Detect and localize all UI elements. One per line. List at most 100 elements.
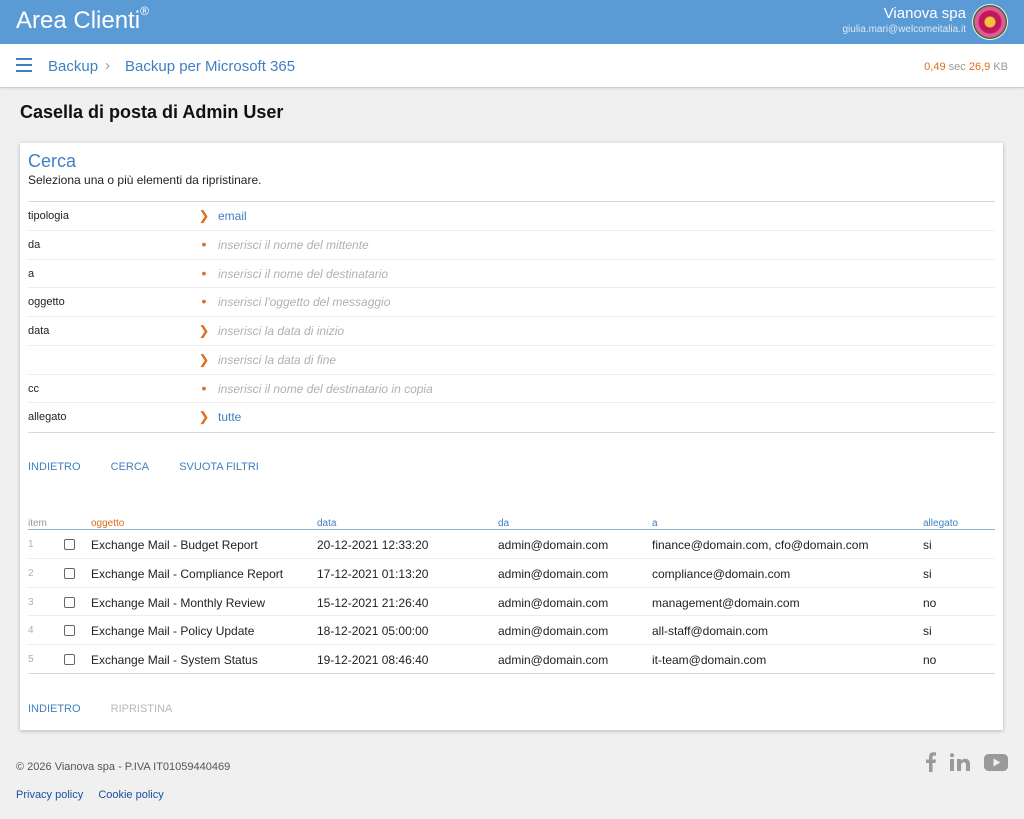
facebook-icon[interactable]	[926, 752, 936, 777]
cc-input[interactable]: inserisci il nome del destinatario in co…	[218, 382, 433, 396]
search-actions: INDIETRO CERCA SVUOTA FILTRI	[28, 461, 286, 473]
cell-data: 15-12-2021 21:26:40	[317, 595, 429, 610]
filter-row-oggetto: oggetto • inserisci l'oggetto del messag…	[28, 288, 995, 317]
row-checkbox[interactable]	[64, 654, 75, 665]
filter-label: allegato	[28, 411, 67, 424]
sender-input[interactable]: inserisci il nome del mittente	[218, 238, 369, 252]
cell-a: all-staff@domain.com	[652, 624, 769, 639]
youtube-icon[interactable]	[984, 753, 1008, 776]
filter-label: tipologia	[28, 210, 69, 222]
footer-links: Privacy policy Cookie policy	[16, 789, 176, 801]
cookie-policy-link[interactable]: Cookie policy	[98, 789, 163, 801]
chevron-right-icon[interactable]: ❯	[198, 409, 210, 425]
bullet-icon: •	[201, 235, 207, 252]
linkedin-icon[interactable]	[949, 753, 970, 776]
brand-text: Area Clienti	[16, 7, 141, 34]
user-email: giulia.mari@welcomeitalia.it	[842, 24, 966, 35]
back-button[interactable]: INDIETRO	[28, 461, 81, 473]
tipologia-select[interactable]: email	[218, 209, 247, 223]
cell-da: admin@domain.com	[498, 595, 609, 610]
restore-button[interactable]: RIPRISTINA	[111, 703, 173, 715]
attachment-select[interactable]: tutte	[218, 410, 241, 424]
bullet-icon: •	[201, 264, 207, 281]
row-number: 3	[28, 596, 34, 608]
chevron-right-icon[interactable]: ❯	[198, 323, 210, 339]
table-row[interactable]: 2 Exchange Mail - Compliance Report 17-1…	[28, 559, 995, 588]
filter-label: data	[28, 325, 50, 337]
filter-label: a	[28, 267, 35, 280]
row-number: 2	[28, 567, 34, 579]
cell-data: 18-12-2021 05:00:00	[317, 624, 429, 639]
results-table: item oggetto data da a allegato 1 Exchan…	[28, 518, 995, 674]
table-header: item oggetto data da a allegato	[28, 518, 995, 530]
row-checkbox[interactable]	[64, 596, 75, 608]
breadcrumb-bar: Backup › Backup per Microsoft 365 0,49 s…	[0, 44, 1024, 88]
table-row[interactable]: 5 Exchange Mail - System Status 19-12-20…	[28, 645, 995, 674]
subject-input[interactable]: inserisci l'oggetto del messaggio	[218, 295, 390, 309]
chevron-right-icon[interactable]: ❯	[198, 352, 210, 368]
filter-label: oggetto	[28, 296, 65, 309]
clear-filters-button[interactable]: SVUOTA FILTRI	[179, 461, 259, 473]
table-row[interactable]: 3 Exchange Mail - Monthly Review 15-12-2…	[28, 588, 995, 617]
table-row[interactable]: 4 Exchange Mail - Policy Update 18-12-20…	[28, 616, 995, 645]
cell-allegato: si	[923, 538, 932, 552]
search-title: Cerca	[28, 151, 77, 171]
start-date-input[interactable]: inserisci la data di inizio	[218, 324, 344, 338]
registered-mark: ®	[140, 4, 149, 18]
breadcrumb-backup-microsoft-365[interactable]: Backup per Microsoft 365	[125, 58, 295, 75]
page-timing: 0,49 sec 26,9 KB	[924, 61, 1008, 73]
cell-da: admin@domain.com	[498, 538, 609, 552]
column-header-da[interactable]: da	[498, 518, 509, 529]
cell-allegato: si	[923, 624, 932, 639]
cell-allegato: no	[923, 595, 937, 610]
table-row[interactable]: 1 Exchange Mail - Budget Report 20-12-20…	[28, 530, 995, 559]
row-checkbox[interactable]	[64, 539, 75, 550]
chevron-right-icon[interactable]: ❯	[198, 208, 210, 224]
column-header-a[interactable]: a	[652, 518, 658, 529]
column-header-allegato[interactable]: allegato	[923, 518, 958, 529]
row-number: 1	[28, 539, 34, 550]
filter-row-tipologia: tipologia ❯ email	[28, 202, 995, 231]
cell-da: admin@domain.com	[498, 653, 609, 667]
filter-label: da	[28, 238, 41, 251]
search-subtitle: Seleziona una o più elementi da ripristi…	[28, 173, 262, 187]
column-header-data[interactable]: data	[317, 518, 336, 529]
search-button[interactable]: CERCA	[111, 461, 150, 473]
table-actions: INDIETRO RIPRISTINA	[28, 703, 199, 715]
top-bar: Area Clienti® Vianova spa giulia.mari@we…	[0, 0, 1024, 44]
row-checkbox[interactable]	[64, 625, 75, 637]
cell-a: compliance@domain.com	[652, 566, 791, 581]
cell-oggetto: Exchange Mail - Policy Update	[91, 624, 255, 639]
cell-allegato: no	[923, 653, 937, 667]
filter-row-da: da • inserisci il nome del mittente	[28, 231, 995, 260]
cell-oggetto: Exchange Mail - Budget Report	[91, 538, 258, 552]
page-title: Casella di posta di Admin User	[20, 102, 284, 122]
filter-row-data: data ❯ inserisci la data di inizio	[28, 317, 995, 346]
social-links	[926, 752, 1008, 777]
timing-seconds-unit: sec	[948, 61, 966, 73]
user-name[interactable]: Vianova spa	[884, 5, 966, 22]
cell-data: 17-12-2021 01:13:20	[317, 566, 429, 581]
cell-oggetto: Exchange Mail - Monthly Review	[91, 595, 266, 610]
column-header-oggetto[interactable]: oggetto	[91, 518, 124, 529]
recipient-input[interactable]: inserisci il nome del destinatario	[218, 267, 388, 281]
cell-a: finance@domain.com, cfo@domain.com	[652, 538, 869, 552]
filter-row-a: a • inserisci il nome del destinatario	[28, 260, 995, 289]
avatar[interactable]	[972, 4, 1008, 40]
timing-seconds: 0,49	[924, 61, 946, 73]
hamburger-menu-icon[interactable]	[16, 58, 32, 72]
row-number: 4	[28, 625, 34, 637]
back-button[interactable]: INDIETRO	[28, 703, 81, 715]
breadcrumb-backup[interactable]: Backup	[48, 58, 98, 75]
cell-da: admin@domain.com	[498, 624, 609, 639]
privacy-policy-link[interactable]: Privacy policy	[16, 789, 83, 801]
cell-a: management@domain.com	[652, 595, 800, 610]
end-date-input[interactable]: inserisci la data di fine	[218, 353, 336, 367]
cell-oggetto: Exchange Mail - Compliance Report	[91, 566, 284, 581]
brand-logo[interactable]: Area Clienti®	[16, 4, 149, 35]
row-checkbox[interactable]	[64, 567, 75, 579]
cell-da: admin@domain.com	[498, 566, 609, 581]
cell-a: it-team@domain.com	[652, 653, 767, 667]
footer-copyright: © 2026 Vianova spa - P.IVA IT01059440469	[16, 761, 231, 773]
filter-form: tipologia ❯ email da • inserisci il nome…	[28, 201, 995, 433]
